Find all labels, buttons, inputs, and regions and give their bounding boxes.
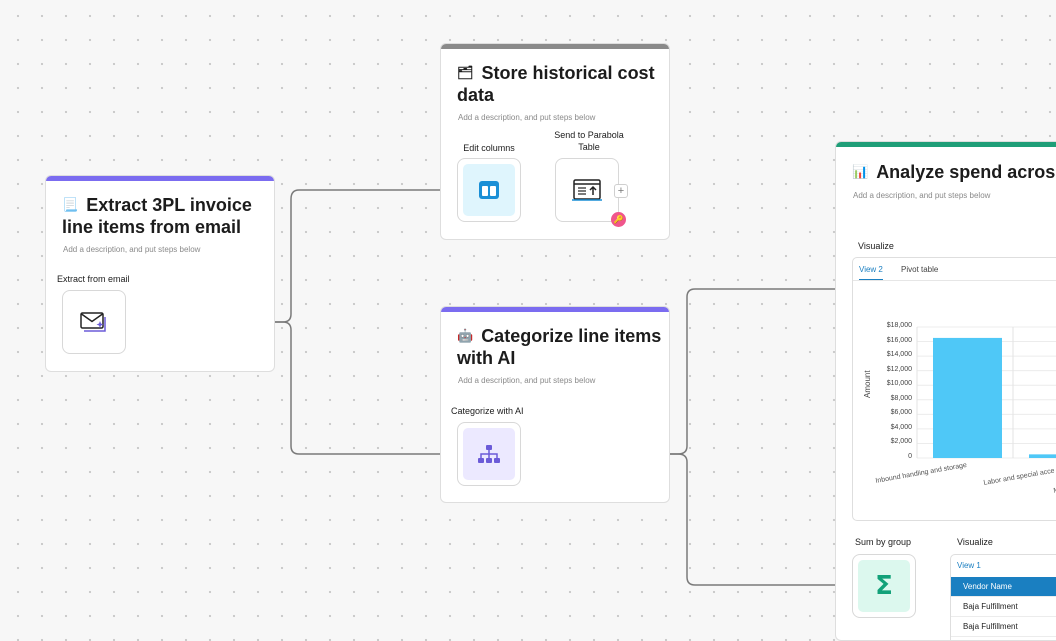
card-analyze[interactable]: 📊 Analyze spend across c Add a descriptio… xyxy=(835,141,1056,641)
card-title: 🤖 Categorize line items with AI xyxy=(457,325,661,369)
step-label-extract: Extract from email xyxy=(57,274,130,284)
tab-view-1[interactable]: View 1 xyxy=(957,561,981,575)
card-title-line2: data xyxy=(457,85,495,105)
add-step-button[interactable]: + xyxy=(614,184,628,198)
card-description: Add a description, and put steps below xyxy=(458,376,596,385)
card-title-line1: Extract 3PL invoice xyxy=(86,195,252,215)
table-row[interactable]: Baja Fulfillment xyxy=(951,597,1056,617)
y-tick-label: $16,000 xyxy=(886,336,912,344)
card-index-icon: 🗂 xyxy=(457,65,474,80)
step-send-to-parabola-table[interactable] xyxy=(555,158,619,222)
sum-by-group-label: Sum by group xyxy=(855,537,912,547)
y-axis-label: Amount xyxy=(863,370,872,398)
card-accent-bar xyxy=(441,307,669,312)
robot-icon: 🤖 xyxy=(457,328,474,343)
card-description: Add a description, and put steps below xyxy=(853,191,991,200)
card-title-text: Analyze spend across c xyxy=(876,162,1056,182)
table-upload-icon xyxy=(572,179,602,201)
visualize-label-2: Visualize xyxy=(957,537,993,547)
card-extract[interactable]: 📃 Extract 3PL invoice line items from ema… xyxy=(45,175,275,372)
card-title-line2: line items from email xyxy=(62,217,242,237)
card-description: Add a description, and put steps below xyxy=(63,245,201,254)
table-panel[interactable]: View 1 Vendor Name Baja Fulfillment Baja… xyxy=(950,554,1056,640)
chart-ticks: $18,000 $16,000 $14,000 $12,000 $10,000 $8,00… xyxy=(853,258,1056,522)
bar-chart-icon: 📊 xyxy=(852,164,869,179)
y-tick-label: $12,000 xyxy=(886,365,912,373)
y-tick-label: $2,000 xyxy=(890,438,912,446)
card-accent-bar xyxy=(46,176,274,181)
page-emoji-icon: 📃 xyxy=(62,197,79,212)
step-edit-columns[interactable] xyxy=(457,158,521,222)
card-title-line2: with AI xyxy=(457,348,516,368)
y-tick-label: $8,000 xyxy=(890,394,912,402)
columns-icon xyxy=(479,181,499,199)
step-label-line1: Send to Parabola xyxy=(554,130,624,140)
step-extract-from-email[interactable] xyxy=(62,290,126,354)
card-title: 📃 Extract 3PL invoice line items from ema… xyxy=(62,194,252,238)
y-tick-label: $14,000 xyxy=(886,351,912,359)
table-header[interactable]: Vendor Name xyxy=(951,577,1056,597)
y-tick-label: $4,000 xyxy=(890,423,912,431)
table-row[interactable]: Baja Fulfillment xyxy=(951,617,1056,637)
card-title-line1: Store historical cost xyxy=(481,63,655,83)
x-tick-label: Labor and special acce xyxy=(983,467,1056,487)
chart-panel[interactable]: View 2 Pivot table $18,000 $16,000 $14,000… xyxy=(852,257,1056,521)
card-title: 📊 Analyze spend across c xyxy=(852,161,1056,183)
card-description: Add a description, and put steps below xyxy=(458,113,596,122)
sigma-icon: Σ xyxy=(875,571,893,601)
y-tick-label: $18,000 xyxy=(886,322,912,329)
card-categorize[interactable]: 🤖 Categorize line items with AI Add a des… xyxy=(440,306,670,503)
card-store[interactable]: 🗂 Store historical cost data Add a descri… xyxy=(440,43,670,240)
step-label-edit-columns: Edit columns xyxy=(463,143,515,153)
x-tick-label: Inbound handling and storage xyxy=(875,461,968,485)
step-sum-by-group[interactable]: Σ xyxy=(852,554,916,618)
card-accent-bar xyxy=(441,44,669,49)
y-tick-label: $6,000 xyxy=(890,409,912,417)
visualize-label: Visualize xyxy=(858,241,894,251)
email-import-icon xyxy=(80,312,106,332)
step-categorize-with-ai[interactable] xyxy=(457,422,521,486)
y-tick-label: 0 xyxy=(908,453,912,460)
step-label-line2: Table xyxy=(578,142,600,152)
card-title: 🗂 Store historical cost data xyxy=(457,62,655,106)
step-label-send-to-table: Send to Parabola Table xyxy=(549,129,629,153)
hierarchy-icon xyxy=(478,445,500,463)
step-label-categorize: Categorize with AI xyxy=(451,406,524,416)
y-tick-label: $10,000 xyxy=(886,380,912,388)
card-accent-bar xyxy=(836,142,1056,147)
card-title-line1: Categorize line items xyxy=(481,326,662,346)
pin-icon[interactable]: 🔑 xyxy=(611,212,626,227)
